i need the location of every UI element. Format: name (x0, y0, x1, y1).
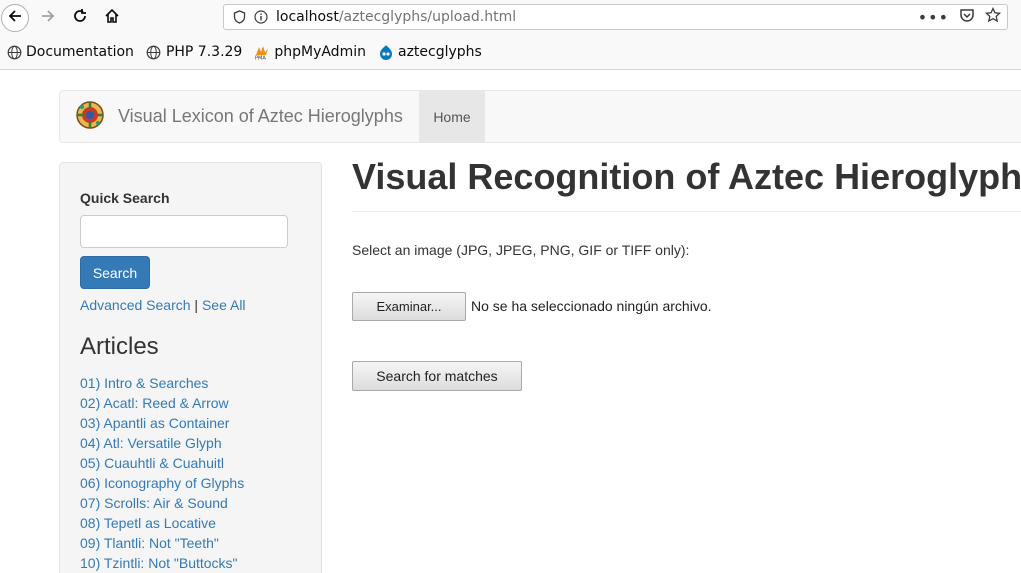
site-navbar: Visual Lexicon of Aztec Hieroglyphs Home (59, 90, 1021, 143)
back-button[interactable] (1, 4, 29, 32)
nav-home-link[interactable]: Home (419, 91, 485, 142)
url-actions: ••• (918, 5, 1002, 29)
list-item: 03) Apantli as Container (80, 413, 244, 433)
url-text[interactable]: localhost/aztecglyphs/upload.html (276, 9, 516, 25)
home-button[interactable] (98, 4, 126, 32)
upload-instruction: Select an image (JPG, JPEG, PNG, GIF or … (352, 242, 690, 258)
page-content: Visual Lexicon of Aztec Hieroglyphs Home… (0, 70, 1021, 573)
svg-text:PMA: PMA (255, 56, 266, 61)
reload-icon (72, 8, 88, 29)
page-title: Visual Recognition of Aztec Hieroglyphs (352, 156, 1021, 197)
site-brand[interactable]: Visual Lexicon of Aztec Hieroglyphs (118, 106, 403, 127)
search-links: Advanced Search | See All (80, 297, 246, 313)
list-item: 10) Tzintli: Not "Buttocks" (80, 553, 244, 573)
article-link[interactable]: 04) Atl: Versatile Glyph (80, 435, 222, 451)
article-link[interactable]: 07) Scrolls: Air & Sound (80, 495, 228, 511)
article-link[interactable]: 05) Cuauhtli & Cuahuitl (80, 455, 224, 471)
bookmark-label: phpMyAdmin (274, 44, 366, 60)
arrow-left-icon (7, 8, 23, 29)
more-icon[interactable]: ••• (918, 8, 949, 27)
article-link[interactable]: 06) Iconography of Glyphs (80, 475, 244, 491)
bookmark-label: aztecglyphs (397, 44, 482, 60)
article-link[interactable]: 09) Tlantli: Not "Teeth" (80, 535, 219, 551)
advanced-search-link[interactable]: Advanced Search (80, 297, 191, 313)
browser-toolbar: localhost/aztecglyphs/upload.html ••• (0, 0, 1021, 35)
search-matches-button[interactable]: Search for matches (352, 361, 522, 391)
forward-button[interactable] (34, 4, 62, 32)
article-link[interactable]: 03) Apantli as Container (80, 415, 229, 431)
article-link[interactable]: 02) Acatl: Reed & Arrow (80, 395, 229, 411)
url-host: localhost (276, 9, 339, 25)
pocket-icon[interactable] (959, 8, 975, 27)
shield-icon[interactable] (230, 8, 248, 26)
list-item: 02) Acatl: Reed & Arrow (80, 393, 244, 413)
search-button[interactable]: Search (80, 256, 150, 289)
list-item: 01) Intro & Searches (80, 373, 244, 393)
reload-button[interactable] (66, 4, 94, 32)
bookmark-documentation[interactable]: Documentation (6, 44, 134, 60)
file-status-text: No se ha seleccionado ningún archivo. (471, 298, 712, 314)
article-link[interactable]: 08) Tepetl as Locative (80, 515, 216, 531)
aztec-logo-icon[interactable] (74, 99, 106, 131)
link-separator: | (194, 297, 199, 313)
bookmark-phpmyadmin[interactable]: PMA phpMyAdmin (254, 44, 366, 60)
bookmark-php[interactable]: PHP 7.3.29 (146, 44, 242, 60)
bookmarks-toolbar: Documentation PHP 7.3.29 PMA phpMyAdmin … (0, 35, 1021, 70)
home-icon (104, 8, 120, 29)
info-icon[interactable] (252, 8, 270, 26)
list-item: 06) Iconography of Glyphs (80, 473, 244, 493)
drupal-icon (378, 44, 394, 60)
see-all-link[interactable]: See All (202, 297, 246, 313)
arrow-right-icon (40, 8, 56, 29)
bookmark-label: PHP 7.3.29 (165, 44, 243, 60)
list-item: 08) Tepetl as Locative (80, 513, 244, 533)
bookmark-aztecglyphs[interactable]: aztecglyphs (378, 44, 482, 60)
url-path: /aztecglyphs/upload.html (338, 9, 517, 25)
star-icon[interactable] (984, 6, 1002, 27)
article-list: 01) Intro & Searches 02) Acatl: Reed & A… (80, 373, 244, 573)
list-item: 07) Scrolls: Air & Sound (80, 493, 244, 513)
article-link[interactable]: 10) Tzintli: Not "Buttocks" (80, 555, 238, 571)
title-divider (352, 211, 1021, 212)
globe-icon (146, 44, 162, 60)
quick-search-input[interactable] (80, 215, 288, 248)
pma-icon: PMA (254, 44, 270, 60)
sidebar: Quick Search Search Advanced Search | Se… (59, 162, 322, 573)
file-browse-button[interactable]: Examinar... (352, 292, 466, 321)
globe-icon (6, 44, 22, 60)
list-item: 05) Cuauhtli & Cuahuitl (80, 453, 244, 473)
list-item: 04) Atl: Versatile Glyph (80, 433, 244, 453)
list-item: 09) Tlantli: Not "Teeth" (80, 533, 244, 553)
url-bar[interactable]: localhost/aztecglyphs/upload.html ••• (223, 4, 1008, 30)
quick-search-label: Quick Search (80, 190, 170, 206)
articles-heading: Articles (80, 333, 159, 360)
article-link[interactable]: 01) Intro & Searches (80, 375, 208, 391)
bookmark-label: Documentation (26, 44, 134, 60)
